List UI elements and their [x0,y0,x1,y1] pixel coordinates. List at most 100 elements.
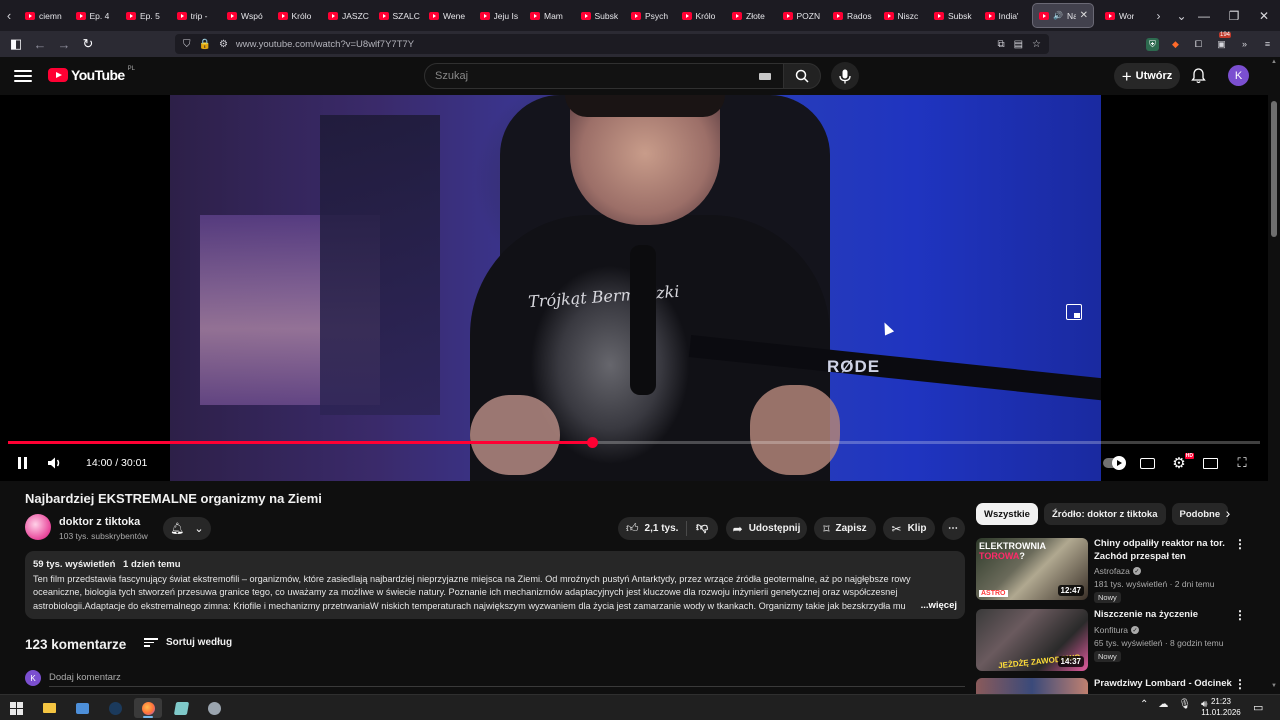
restore-icon[interactable]: ❐ [1218,0,1250,31]
permissions-icon[interactable]: ⚙ [219,39,228,50]
autoplay-toggle[interactable] [1103,452,1126,474]
tracking-shield-icon[interactable]: ⛉ [183,39,191,50]
miniplayer-icon[interactable] [1066,304,1082,320]
recommendation-menu-icon[interactable]: ⋮ [1234,678,1246,690]
reader-view-icon[interactable]: ▤ [1014,39,1023,50]
theater-mode-icon[interactable] [1202,452,1218,474]
tab-item[interactable]: JASZC [321,0,372,31]
tab-item[interactable]: Wspó [220,0,271,31]
tab-item[interactable]: Królo [271,0,322,31]
tab-active[interactable]: 🔊 Naj ✕ [1032,3,1094,28]
search-input[interactable]: Szukaj [424,63,784,89]
firefox-icon[interactable] [134,698,162,718]
subscription-notifications-button[interactable]: 🔔︎ ⌄ [163,517,211,540]
tab-item[interactable]: Subsk [574,0,625,31]
tray-overflow-icon[interactable]: ⌃ [1140,699,1148,710]
recommendation-title[interactable]: Prawdziwy Lombard - Odcinek [1094,678,1234,691]
create-button[interactable]: + Utwórz [1114,63,1180,89]
description-box[interactable]: 59 tys. wyświetleń 1 dzień temu Ten film… [25,551,965,619]
page-scrollbar[interactable]: ▲ ▼ [1268,57,1280,694]
speaker-icon[interactable]: 🔊 [1053,11,1063,20]
chevron-right-icon[interactable]: › [1220,505,1236,521]
notifications-bell-icon[interactable] [1189,67,1207,85]
sort-comments-button[interactable]: Sortuj według [144,637,232,648]
recommendation-menu-icon[interactable]: ⋮ [1234,609,1246,621]
forward-arrow-icon[interactable]: → [52,31,76,57]
sidebar-toggle-icon[interactable]: ◧ [4,31,28,57]
microphone-tray-icon[interactable]: 🎙︎ [1178,699,1191,710]
recommendation-item[interactable]: ELEKTROWNIA TOROWA? ASTRO 12:47 Chiny od… [976,538,1246,603]
close-tab-icon[interactable]: ✕ [1080,10,1093,21]
tab-item[interactable]: India' [978,0,1029,31]
voice-search-button[interactable] [831,62,859,90]
add-comment-input[interactable]: Dodaj komentarz [49,672,121,683]
channel-name[interactable]: doktor z tiktoka [59,516,140,528]
filter-chip[interactable]: Wszystkie [976,503,1038,525]
tab-item[interactable]: Wor [1098,0,1149,31]
tab-item[interactable]: ciemn [18,0,69,31]
hamburger-menu-icon[interactable] [14,67,32,85]
description-more-link[interactable]: ...więcej [917,600,957,611]
tab-item[interactable]: Subsk [927,0,978,31]
computer-app-icon[interactable] [68,698,96,718]
app-menu-icon[interactable]: ≡ [1261,38,1274,51]
tab-item[interactable]: trip - [170,0,221,31]
tab-item[interactable]: Królo [675,0,726,31]
tab-item[interactable]: Ep. 4 [69,0,120,31]
recommendation-title[interactable]: Chiny odpaliły reaktor na tor. Zachód pr… [1094,538,1234,563]
notification-center-icon[interactable]: ▭ [1253,701,1263,714]
network-icon[interactable]: ☁ [1158,699,1168,710]
minimize-icon[interactable]: — [1188,0,1220,31]
notes-app-icon[interactable] [167,698,195,718]
like-button[interactable]: 👍︎ 2,1 tys. 👎︎ [618,517,718,540]
extension-shield-icon[interactable]: ⛨ [1146,37,1159,51]
lock-icon[interactable]: 🔒 [199,39,211,50]
reload-icon[interactable]: ↻ [76,31,100,57]
tab-item[interactable]: Ep. 5 [119,0,170,31]
video-player[interactable]: Trójkąt Bermudzki RØDE 14:00 / 30:01 ⚙ HD… [0,95,1268,481]
file-explorer-icon[interactable] [35,698,63,718]
url-text[interactable]: www.youtube.com/watch?v=U8wlf7Y7T7Y [236,39,414,50]
progress-scrubber-handle[interactable] [586,437,598,448]
youtube-logo[interactable]: YouTube PL [48,66,135,83]
recommendation-thumbnail[interactable] [976,678,1088,694]
windows-start-icon[interactable] [2,698,30,718]
more-actions-icon[interactable]: ⋯ [942,517,965,540]
account-avatar[interactable]: K [1228,65,1249,86]
settings-app-icon[interactable] [200,698,228,718]
url-bar[interactable]: ⛉ 🔒 ⚙ www.youtube.com/watch?v=U8wlf7Y7T7… [175,34,1049,54]
overflow-chevrons-icon[interactable]: » [1238,38,1251,51]
extensions-puzzle-icon[interactable]: ⧠ [1192,38,1205,51]
recommendation-channel[interactable]: Astrofaza ✓ [1094,566,1141,576]
scroll-up-icon[interactable]: ▲ [1271,59,1277,65]
recommendation-thumbnail[interactable]: ELEKTROWNIA TOROWA? ASTRO 12:47 [976,538,1088,600]
picture-in-picture-icon[interactable]: ⧉ [997,39,1004,50]
recommendation-item[interactable]: JEŻDŻĘ ZAWODOWO 14:37 Niszczenie na życz… [976,609,1246,673]
share-button[interactable]: ➦ Udostępnij [726,517,807,540]
keyboard-icon[interactable] [759,73,771,80]
save-button[interactable]: ⌑ Zapisz [814,517,876,540]
bookmark-star-icon[interactable]: ☆ [1032,39,1041,50]
recommendation-channel[interactable]: Konfitura ✓ [1094,625,1140,635]
clip-button[interactable]: ✂ Klip [883,517,935,540]
progress-bar[interactable] [8,437,1260,448]
close-window-icon[interactable]: ✕ [1248,0,1280,31]
pause-button[interactable] [14,452,30,474]
extension-counter-icon[interactable]: ▣ 194 [1215,31,1232,51]
recommendation-item[interactable]: Prawdziwy Lombard - Odcinek ⋮ [976,678,1246,694]
fullscreen-icon[interactable]: ⛶ [1235,452,1249,474]
back-arrow-icon[interactable]: ← [28,31,52,57]
tab-item[interactable]: Wene [422,0,473,31]
thumbs-down-icon[interactable]: 👎︎ [696,520,708,535]
tab-item[interactable]: Niszc [877,0,928,31]
channel-avatar[interactable] [25,514,51,540]
search-button[interactable] [783,63,821,89]
settings-gear-icon[interactable]: ⚙ HD [1170,452,1194,474]
taskbar-clock[interactable]: 21:23 11.01.2026 [1200,697,1242,718]
tab-item[interactable]: SZALC [372,0,423,31]
tab-item[interactable]: Psych [624,0,675,31]
tab-item[interactable]: POZN [776,0,827,31]
filter-chip[interactable]: Źródło: doktor z tiktoka [1043,503,1166,525]
extension-fox-icon[interactable]: ◆ [1169,38,1182,51]
tab-item[interactable]: Złote [725,0,776,31]
